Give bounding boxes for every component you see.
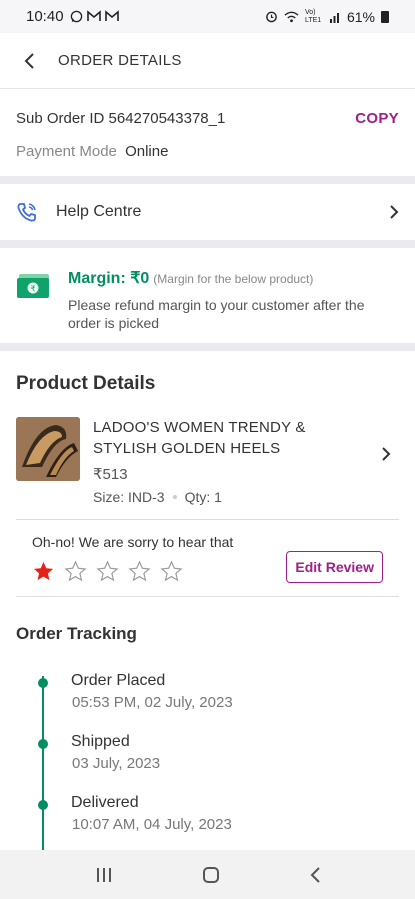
margin-title-row: Margin: ₹0 (Margin for the below product) xyxy=(68,268,388,288)
star-empty-icon[interactable] xyxy=(64,560,87,583)
phone-icon xyxy=(17,203,36,222)
gmail-icon-2 xyxy=(104,10,119,21)
battery-percent: 61% xyxy=(346,8,375,25)
help-centre-label: Help Centre xyxy=(56,203,142,220)
separator-dot xyxy=(172,495,177,499)
margin-info: ₹ Margin: ₹0 (Margin for the below produc… xyxy=(0,248,415,343)
section-divider xyxy=(0,240,415,248)
margin-description: Please refund margin to your customer af… xyxy=(68,297,365,331)
chevron-left-icon[interactable] xyxy=(20,52,38,70)
product-details-title: Product Details xyxy=(16,373,156,394)
wifi-icon xyxy=(284,11,299,22)
suborder-id: Sub Order ID 564270543378_1 xyxy=(16,110,226,127)
margin-subtitle: (Margin for the below product) xyxy=(153,272,314,286)
help-centre-left: Help Centre xyxy=(16,201,141,223)
signal-icon xyxy=(329,12,339,23)
system-nav-bar xyxy=(0,850,415,899)
order-tracking-title: Order Tracking xyxy=(16,624,137,643)
network-label: Vo) LTE1 xyxy=(304,8,322,24)
cash-icon: ₹ xyxy=(17,274,49,298)
battery-icon xyxy=(381,10,389,23)
product-price: ₹513 xyxy=(93,466,128,483)
margin-title: Margin: ₹0 xyxy=(68,270,150,287)
product-image[interactable] xyxy=(16,417,80,481)
timeline-step-date: 05:53 PM, 02 July, 2023 xyxy=(72,694,233,711)
edit-review-button[interactable]: Edit Review xyxy=(286,551,383,583)
review-box: Oh-no! We are sorry to hear that Edit Re… xyxy=(16,519,399,597)
status-time: 10:40 xyxy=(26,8,64,25)
timeline-step-label: Delivered xyxy=(71,794,139,811)
status-right: Vo) LTE1 61% xyxy=(265,9,389,25)
timeline-line xyxy=(42,676,44,854)
product-qty: Qty: 1 xyxy=(184,489,222,505)
payment-mode-value: Online xyxy=(125,143,169,160)
section-divider xyxy=(0,176,415,184)
suborder-section: Sub Order ID 564270543378_1 COPY Payment… xyxy=(0,90,415,176)
section-divider xyxy=(0,343,415,351)
copy-button[interactable]: COPY xyxy=(355,110,399,127)
review-message: Oh-no! We are sorry to hear that xyxy=(32,534,234,550)
timeline-step-date: 10:07 AM, 04 July, 2023 xyxy=(72,816,232,833)
product-meta: Size: IND-3 Qty: 1 xyxy=(93,489,353,505)
page-title: ORDER DETAILS xyxy=(58,52,182,69)
back-nav-icon[interactable] xyxy=(309,866,321,884)
timeline-dot xyxy=(38,800,48,810)
star-empty-icon[interactable] xyxy=(160,560,183,583)
notification-icons xyxy=(70,10,119,23)
chevron-right-icon xyxy=(390,205,399,219)
payment-mode-label: Payment Mode xyxy=(16,143,117,160)
status-left: 10:40 xyxy=(26,8,119,25)
recent-apps-icon[interactable] xyxy=(95,867,113,883)
chevron-right-icon[interactable] xyxy=(381,447,391,461)
star-filled-icon[interactable] xyxy=(32,560,55,583)
timeline-step-label: Order Placed xyxy=(71,672,166,689)
home-icon[interactable] xyxy=(202,866,220,884)
status-bar: 10:40 Vo) LTE1 61% xyxy=(0,0,415,33)
star-empty-icon[interactable] xyxy=(96,560,119,583)
margin-text: Margin: ₹0 (Margin for the below product)… xyxy=(68,268,388,343)
payment-mode-row: Payment Mode Online xyxy=(16,143,399,160)
product-size: Size: IND-3 xyxy=(93,489,165,505)
timeline-dot xyxy=(38,739,48,749)
product-details-section: Product Details LADOO'S WOMEN TRENDY & S… xyxy=(0,351,415,599)
timeline-step-label: Shipped xyxy=(71,733,130,750)
product-info: LADOO'S WOMEN TRENDY & STYLISH GOLDEN HE… xyxy=(93,417,353,505)
gmail-icon xyxy=(86,10,101,21)
star-empty-icon[interactable] xyxy=(128,560,151,583)
timeline-dot xyxy=(38,678,48,688)
help-centre-row[interactable]: Help Centre xyxy=(0,184,415,240)
whatsapp-icon xyxy=(70,10,82,23)
alarm-icon xyxy=(266,11,277,23)
timeline-step-date: 03 July, 2023 xyxy=(72,755,161,772)
product-name: LADOO'S WOMEN TRENDY & STYLISH GOLDEN HE… xyxy=(93,419,306,457)
app-header: ORDER DETAILS xyxy=(0,33,415,89)
suborder-row: Sub Order ID 564270543378_1 COPY xyxy=(16,110,399,127)
svg-text:₹: ₹ xyxy=(30,285,35,294)
product-row[interactable]: LADOO'S WOMEN TRENDY & STYLISH GOLDEN HE… xyxy=(0,395,415,505)
order-tracking-section: Order Tracking Order Placed 05:53 PM, 02… xyxy=(0,600,415,854)
